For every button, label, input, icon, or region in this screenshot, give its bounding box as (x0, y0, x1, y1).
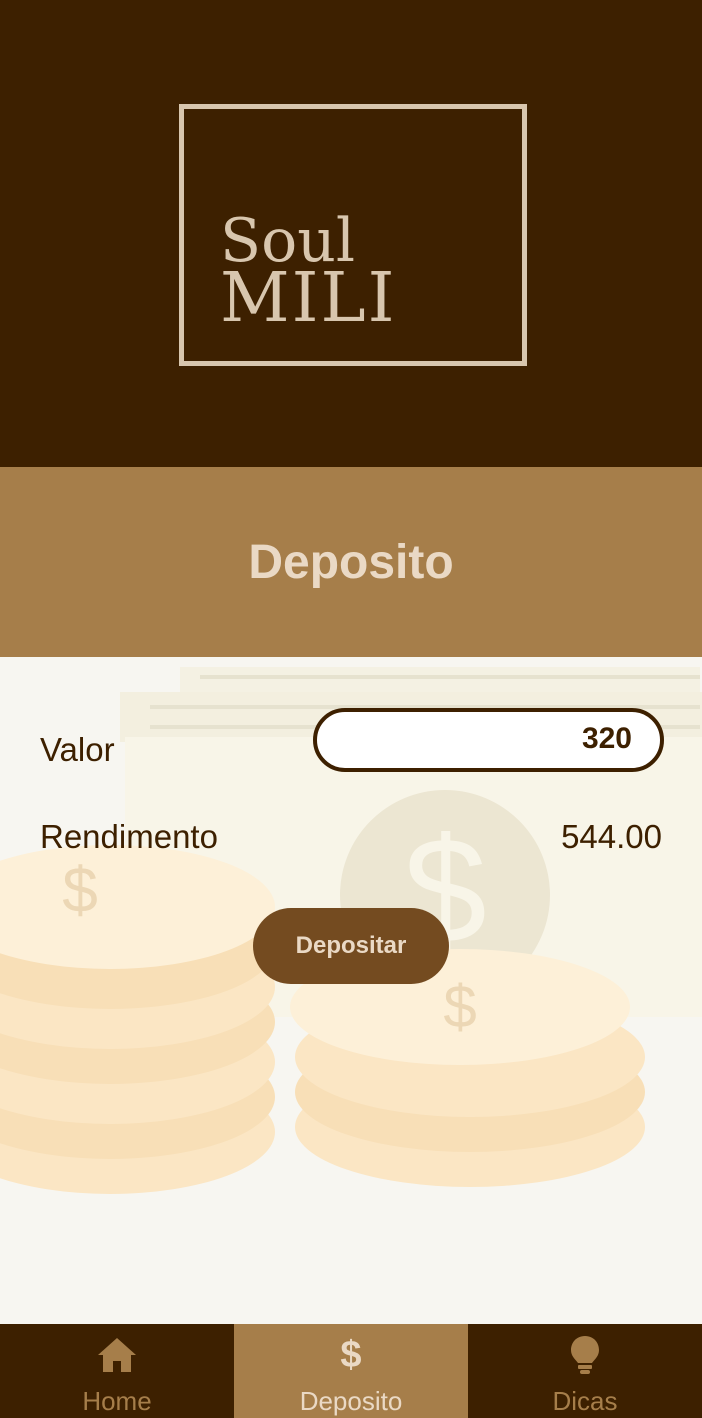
nav-label-home: Home (82, 1386, 152, 1416)
nav-item-home[interactable]: Home (0, 1324, 234, 1418)
app-header: Soul MILI (0, 0, 702, 467)
nav-item-dicas[interactable]: Dicas (468, 1324, 702, 1418)
valor-input[interactable]: 320 (313, 708, 664, 772)
valor-input-value: 320 (581, 722, 632, 755)
home-icon (96, 1334, 138, 1376)
svg-text:$: $ (62, 854, 98, 926)
page-title: Deposito (248, 535, 454, 589)
dollar-icon: $ (340, 1334, 362, 1376)
app-logo: Soul MILI (179, 104, 527, 366)
logo-line-2: MILI (220, 259, 397, 338)
nav-label-deposito: Deposito (299, 1386, 403, 1416)
rendimento-value: 544.00 (561, 818, 662, 855)
lightbulb-icon (564, 1334, 606, 1376)
bottom-navigation: Home $ Deposito Dicas (0, 1324, 702, 1418)
rendimento-label: Rendimento (40, 818, 218, 855)
depositar-button[interactable]: Depositar (253, 908, 449, 984)
valor-label: Valor (40, 731, 115, 768)
svg-text:$: $ (443, 973, 476, 1040)
page-title-band: Deposito (0, 467, 702, 657)
nav-label-dicas: Dicas (552, 1386, 618, 1416)
nav-item-deposito[interactable]: $ Deposito (234, 1324, 468, 1418)
